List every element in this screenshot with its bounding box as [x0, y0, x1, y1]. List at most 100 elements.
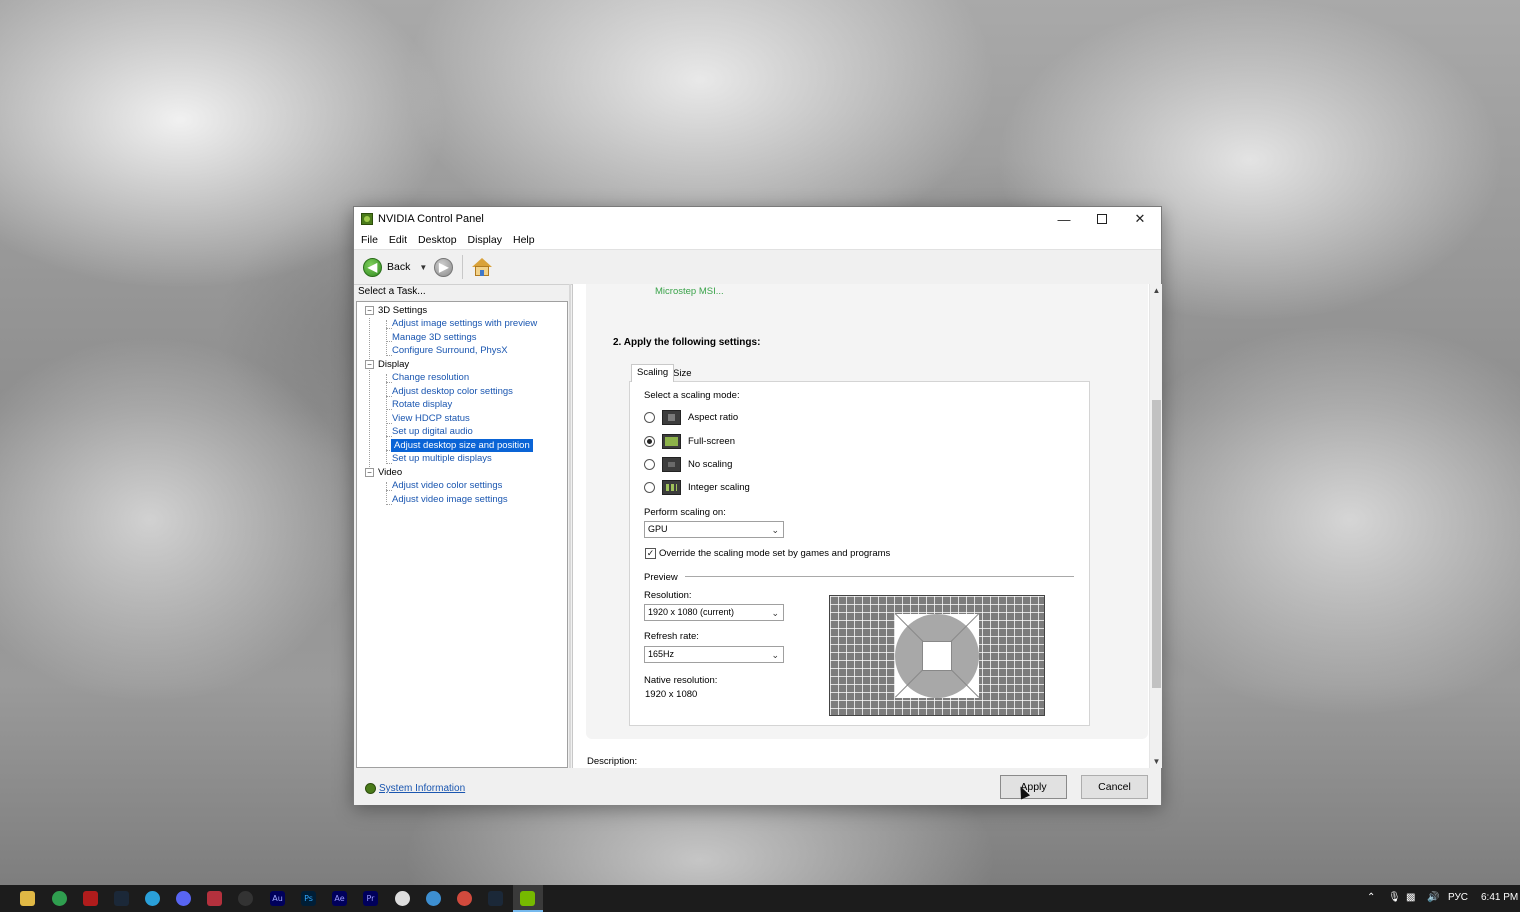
- resolution-value: 1920 x 1080 (current): [648, 607, 735, 617]
- system-information-link[interactable]: System Information: [379, 783, 465, 794]
- collapse-3d-settings-icon[interactable]: −: [365, 306, 374, 315]
- network-icon[interactable]: ▩: [1406, 892, 1415, 903]
- chrome-icon[interactable]: [52, 891, 67, 906]
- radio-label: Aspect ratio: [688, 412, 739, 423]
- tree-item-adjust-desktop-size-selected[interactable]: Adjust desktop size and position: [391, 439, 533, 452]
- menu-help[interactable]: Help: [509, 234, 539, 246]
- microphone-icon[interactable]: 🎙: [1388, 892, 1401, 903]
- back-history-dropdown-icon[interactable]: ▼: [419, 263, 427, 272]
- photoshop-icon[interactable]: Ps: [301, 891, 316, 906]
- nvidia-icon[interactable]: [520, 891, 535, 906]
- menu-display[interactable]: Display: [464, 234, 506, 246]
- close-button[interactable]: ✕: [1121, 207, 1159, 231]
- scroll-down-arrow-icon[interactable]: ▼: [1150, 755, 1162, 768]
- clock[interactable]: 6:41 PM: [1481, 892, 1518, 903]
- tree-item-set-up-multiple-displays[interactable]: Set up multiple displays: [392, 452, 492, 465]
- aspect-ratio-icon: [662, 410, 681, 425]
- radio-button-checked[interactable]: [644, 436, 655, 447]
- scroll-thumb[interactable]: [1152, 400, 1161, 688]
- tree-category-display[interactable]: Display: [378, 358, 409, 371]
- settings-panel: Microstep MSI... 2. Apply the following …: [572, 284, 1162, 768]
- tree-item-manage-3d-settings[interactable]: Manage 3D settings: [392, 331, 477, 344]
- collapse-video-icon[interactable]: −: [365, 468, 374, 477]
- apply-settings-heading: 2. Apply the following settings:: [613, 337, 761, 348]
- tree-item-change-resolution[interactable]: Change resolution: [392, 371, 469, 384]
- app-icon[interactable]: [457, 891, 472, 906]
- nvidia-control-panel-window: NVIDIA Control Panel — ✕ File Edit Deskt…: [353, 206, 1162, 805]
- language-indicator[interactable]: РУС: [1448, 892, 1468, 903]
- integer-scaling-icon: [662, 480, 681, 495]
- tree-item-set-up-digital-audio[interactable]: Set up digital audio: [392, 425, 473, 438]
- system-information[interactable]: System Information: [365, 783, 465, 794]
- app-icon[interactable]: [395, 891, 410, 906]
- no-scaling-icon: [662, 457, 681, 472]
- description-label: Description:: [587, 756, 638, 767]
- tree-item-configure-surround[interactable]: Configure Surround, PhysX: [392, 344, 508, 357]
- file-explorer-icon[interactable]: [20, 891, 35, 906]
- back-button-label[interactable]: Back: [387, 261, 410, 273]
- native-resolution-value: 1920 x 1080: [645, 689, 698, 700]
- steam-icon[interactable]: [488, 891, 503, 906]
- override-scaling-checkbox[interactable]: ✓: [645, 548, 656, 559]
- after-effects-icon[interactable]: Ae: [332, 891, 347, 906]
- back-arrow-icon[interactable]: ◀: [363, 257, 382, 277]
- discord-icon[interactable]: [176, 891, 191, 906]
- tray-overflow-chevron-icon[interactable]: ⌃: [1367, 892, 1375, 903]
- tree-item-adjust-desktop-color[interactable]: Adjust desktop color settings: [392, 385, 513, 398]
- scaling-mode-label: Select a scaling mode:: [644, 390, 740, 401]
- maximize-button[interactable]: [1083, 207, 1121, 231]
- menu-desktop[interactable]: Desktop: [414, 234, 461, 246]
- telegram-icon[interactable]: [145, 891, 160, 906]
- app-icon[interactable]: [207, 891, 222, 906]
- preview-divider: [685, 576, 1074, 577]
- cancel-button[interactable]: Cancel: [1081, 775, 1148, 799]
- tab-scaling[interactable]: Scaling: [631, 364, 675, 382]
- toolbar-separator: [462, 255, 464, 279]
- panel-splitter[interactable]: [569, 284, 571, 768]
- collapse-display-icon[interactable]: −: [365, 360, 374, 369]
- override-scaling-checkbox-row[interactable]: ✓ Override the scaling mode set by games…: [645, 548, 890, 559]
- home-icon[interactable]: [472, 257, 493, 277]
- forward-arrow-icon[interactable]: ▶: [434, 257, 454, 277]
- scaling-preview-image: [829, 595, 1045, 716]
- vertical-scrollbar[interactable]: ▲ ▼: [1149, 284, 1162, 768]
- radio-button[interactable]: [644, 412, 655, 423]
- tree-item-adjust-video-color[interactable]: Adjust video color settings: [392, 479, 502, 492]
- tree-category-3d-settings[interactable]: 3D Settings: [378, 304, 427, 317]
- radio-button[interactable]: [644, 459, 655, 470]
- refresh-rate-select[interactable]: 165Hz ⌄: [644, 646, 784, 663]
- settings-content: Microstep MSI... 2. Apply the following …: [586, 284, 1148, 739]
- audition-icon[interactable]: Au: [270, 891, 285, 906]
- tree-category-video[interactable]: Video: [378, 466, 402, 479]
- title-bar[interactable]: NVIDIA Control Panel — ✕: [354, 207, 1161, 231]
- radio-button[interactable]: [644, 482, 655, 493]
- tree-item-rotate-display[interactable]: Rotate display: [392, 398, 452, 411]
- radio-full-screen[interactable]: Full-screen: [644, 433, 735, 450]
- radio-no-scaling[interactable]: No scaling: [644, 456, 732, 473]
- resolution-select[interactable]: 1920 x 1080 (current) ⌄: [644, 604, 784, 621]
- apply-button[interactable]: Apply: [1000, 775, 1067, 799]
- chevron-down-icon: ⌄: [771, 650, 779, 660]
- tree-item-view-hdcp-status[interactable]: View HDCP status: [392, 412, 470, 425]
- menu-file[interactable]: File: [357, 234, 382, 246]
- radio-label: Full-screen: [688, 436, 735, 447]
- tree-item-adjust-video-image[interactable]: Adjust video image settings: [392, 493, 508, 506]
- premiere-icon[interactable]: Pr: [363, 891, 378, 906]
- app-icon[interactable]: [238, 891, 253, 906]
- radio-integer-scaling[interactable]: Integer scaling: [644, 479, 750, 496]
- display-name[interactable]: Microstep MSI...: [655, 286, 724, 297]
- scroll-up-arrow-icon[interactable]: ▲: [1150, 284, 1162, 297]
- tree-item-adjust-image-settings[interactable]: Adjust image settings with preview: [392, 317, 537, 330]
- full-screen-icon: [662, 434, 681, 449]
- perform-scaling-select[interactable]: GPU ⌄: [644, 521, 784, 538]
- radio-aspect-ratio[interactable]: Aspect ratio: [644, 409, 738, 426]
- menu-bar: File Edit Desktop Display Help: [354, 231, 1161, 250]
- minimize-button[interactable]: —: [1045, 207, 1083, 231]
- antivirus-icon[interactable]: [83, 891, 98, 906]
- steam-icon[interactable]: [114, 891, 129, 906]
- toolbar: ◀ Back ▼ ▶: [354, 250, 1161, 285]
- chrome-profile-icon[interactable]: [426, 891, 441, 906]
- volume-icon[interactable]: 🔊: [1427, 892, 1439, 903]
- menu-edit[interactable]: Edit: [385, 234, 411, 246]
- system-info-icon: [365, 783, 376, 794]
